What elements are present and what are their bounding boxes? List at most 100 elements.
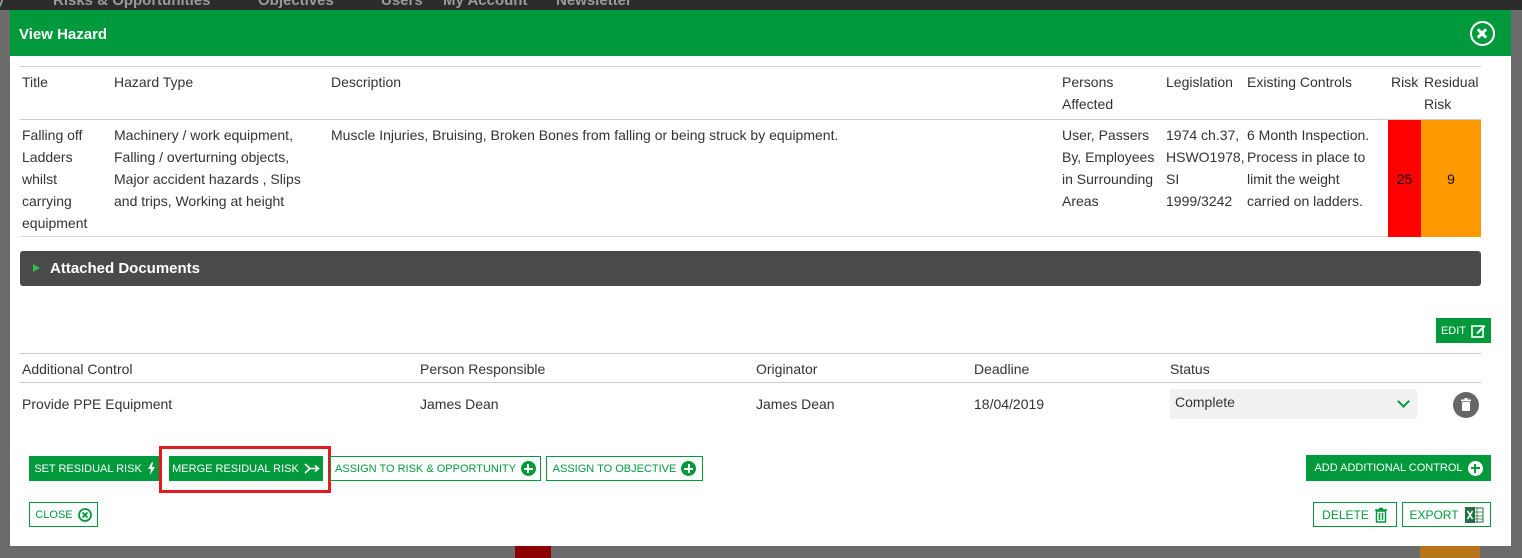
header-title: Title [22, 74, 48, 90]
text-line: carried on ladders. [1247, 193, 1363, 209]
text-line: Falling off [22, 127, 83, 143]
text-line: Ladders [22, 149, 73, 165]
bg-nav-item: My Account [443, 0, 528, 9]
status-select[interactable]: Complete [1170, 389, 1417, 419]
hazard-title: Falling off Ladders whilst carrying equi… [22, 124, 87, 234]
table-row: Provide PPE Equipment James Dean James D… [20, 383, 1481, 425]
text-line: whilst [22, 171, 58, 187]
chevron-down-icon [1397, 395, 1410, 408]
text-line: 1974 ch.37, [1166, 127, 1240, 143]
bg-nav-item: Objectives [258, 0, 334, 9]
edit-button-label: EDIT [1440, 324, 1467, 337]
plus-circle-icon [1467, 460, 1483, 476]
trash-icon [1374, 507, 1387, 523]
modal-title: View Hazard [19, 26, 108, 43]
risk-score: 25 [1388, 120, 1421, 237]
hazard-row: Falling off Ladders whilst carrying equi… [20, 120, 1481, 237]
text-line: Major accident hazards , Slips [114, 171, 301, 187]
text-line: Areas [1062, 193, 1099, 209]
header-legislation: Legislation [1166, 74, 1233, 90]
close-button[interactable]: CLOSE [29, 502, 98, 527]
hazard-table: Title Hazard Type Description Persons Af… [20, 66, 1481, 237]
header-deadline: Deadline [974, 361, 1030, 377]
set-residual-risk-label: SET RESIDUAL RISK [34, 462, 142, 475]
legislation: 1974 ch.37, HSWO1978, SI 1999/3242 [1166, 124, 1245, 212]
header-description: Description [331, 74, 402, 90]
set-residual-risk-button[interactable]: SET RESIDUAL RISK [29, 456, 161, 481]
text-line: carrying [22, 193, 72, 209]
assign-to-objective-button[interactable]: ASSIGN TO OBJECTIVE [546, 456, 703, 481]
persons-affected: User, Passers By, Employees in Surroundi… [1062, 124, 1154, 212]
status-selected-value: Complete [1175, 394, 1235, 410]
header-risk: Risk [1391, 74, 1419, 90]
text-line: By, Employees [1062, 149, 1155, 165]
text-line: limit the weight [1247, 171, 1340, 187]
text-line: equipment [22, 215, 88, 231]
header-residual-risk: Residual Risk [1424, 71, 1478, 115]
bg-nav-item: y [0, 0, 5, 9]
text-line: 1999/3242 [1166, 193, 1233, 209]
close-circle-icon [77, 507, 92, 522]
delete-button[interactable]: DELETE [1313, 502, 1397, 527]
text-line: 6 Month Inspection. [1247, 127, 1370, 143]
existing-controls: 6 Month Inspection. Process in place to … [1247, 124, 1369, 212]
plus-circle-icon [520, 461, 536, 476]
background-nav: y Risks & Opportunities Objectives Users… [0, 0, 1522, 10]
close-label: CLOSE [35, 508, 73, 521]
add-additional-control-button[interactable]: ADD ADDITIONAL CONTROL [1306, 455, 1491, 481]
background-risk-cell [515, 546, 551, 558]
hazard-type: Machinery / work equipment, Falling / ov… [114, 124, 301, 212]
hazard-table-header: Title Hazard Type Description Persons Af… [20, 66, 1481, 120]
export-button[interactable]: EXPORT [1402, 502, 1491, 527]
assign-risk-label: ASSIGN TO RISK & OPPORTUNITY [335, 462, 516, 475]
text-line: HSWO1978, [1166, 149, 1245, 165]
text-line: Falling / overturning objects, [114, 149, 290, 165]
assign-to-risk-opportunity-button[interactable]: ASSIGN TO RISK & OPPORTUNITY [330, 456, 541, 481]
text-line: in Surrounding [1062, 171, 1154, 187]
residual-risk-score: 9 [1421, 120, 1481, 237]
assign-objective-label: ASSIGN TO OBJECTIVE [552, 462, 677, 475]
edit-button[interactable]: EDIT [1436, 318, 1491, 343]
controls-table-header: Additional Control Person Responsible Or… [20, 353, 1481, 383]
text-line: User, Passers [1062, 127, 1150, 143]
header-status: Status [1170, 361, 1210, 377]
bg-nav-item: Newsletter [556, 0, 632, 9]
header-text-line: Risk [1424, 96, 1452, 112]
text-line: and trips, Working at height [114, 193, 285, 209]
excel-icon [1464, 506, 1484, 523]
delete-label: DELETE [1322, 507, 1369, 522]
trash-icon [1461, 398, 1471, 411]
background-overlay-bottom [0, 546, 1522, 558]
attached-documents-toggle[interactable]: Attached Documents [20, 251, 1481, 286]
text-line: Process in place to [1247, 149, 1366, 165]
lightning-icon [147, 462, 155, 475]
header-person-responsible: Person Responsible [420, 361, 546, 377]
additional-controls-table: Additional Control Person Responsible Or… [20, 353, 1481, 425]
expand-triangle-icon [33, 264, 40, 272]
bg-nav-item: Users [381, 0, 423, 9]
header-existing-controls: Existing Controls [1247, 74, 1353, 90]
text-line: SI [1166, 171, 1180, 187]
background-overlay-right [1511, 10, 1522, 558]
deadline-value: 18/04/2019 [974, 396, 1045, 412]
additional-control-value: Provide PPE Equipment [22, 396, 173, 412]
highlight-box [159, 446, 331, 493]
export-label: EXPORT [1409, 507, 1459, 522]
header-additional-control: Additional Control [22, 361, 133, 377]
edit-icon [1471, 325, 1486, 338]
header-persons-affected: Persons Affected [1062, 71, 1113, 115]
header-hazard-type: Hazard Type [114, 74, 194, 90]
header-originator: Originator [756, 361, 818, 377]
attached-documents-label: Attached Documents [50, 260, 201, 277]
add-additional-control-label: ADD ADDITIONAL CONTROL [1314, 462, 1463, 474]
originator-value: James Dean [756, 396, 835, 412]
background-residual-cell [1420, 546, 1480, 558]
plus-circle-icon [681, 461, 697, 476]
close-modal-icon[interactable] [1470, 21, 1495, 46]
delete-control-button[interactable] [1453, 392, 1479, 418]
bg-nav-item: Risks & Opportunities [53, 0, 211, 9]
header-text-line: Persons [1062, 74, 1114, 90]
header-text-line: Residual [1424, 74, 1479, 90]
header-text-line: Affected [1062, 96, 1114, 112]
background-overlay-left [0, 10, 10, 558]
